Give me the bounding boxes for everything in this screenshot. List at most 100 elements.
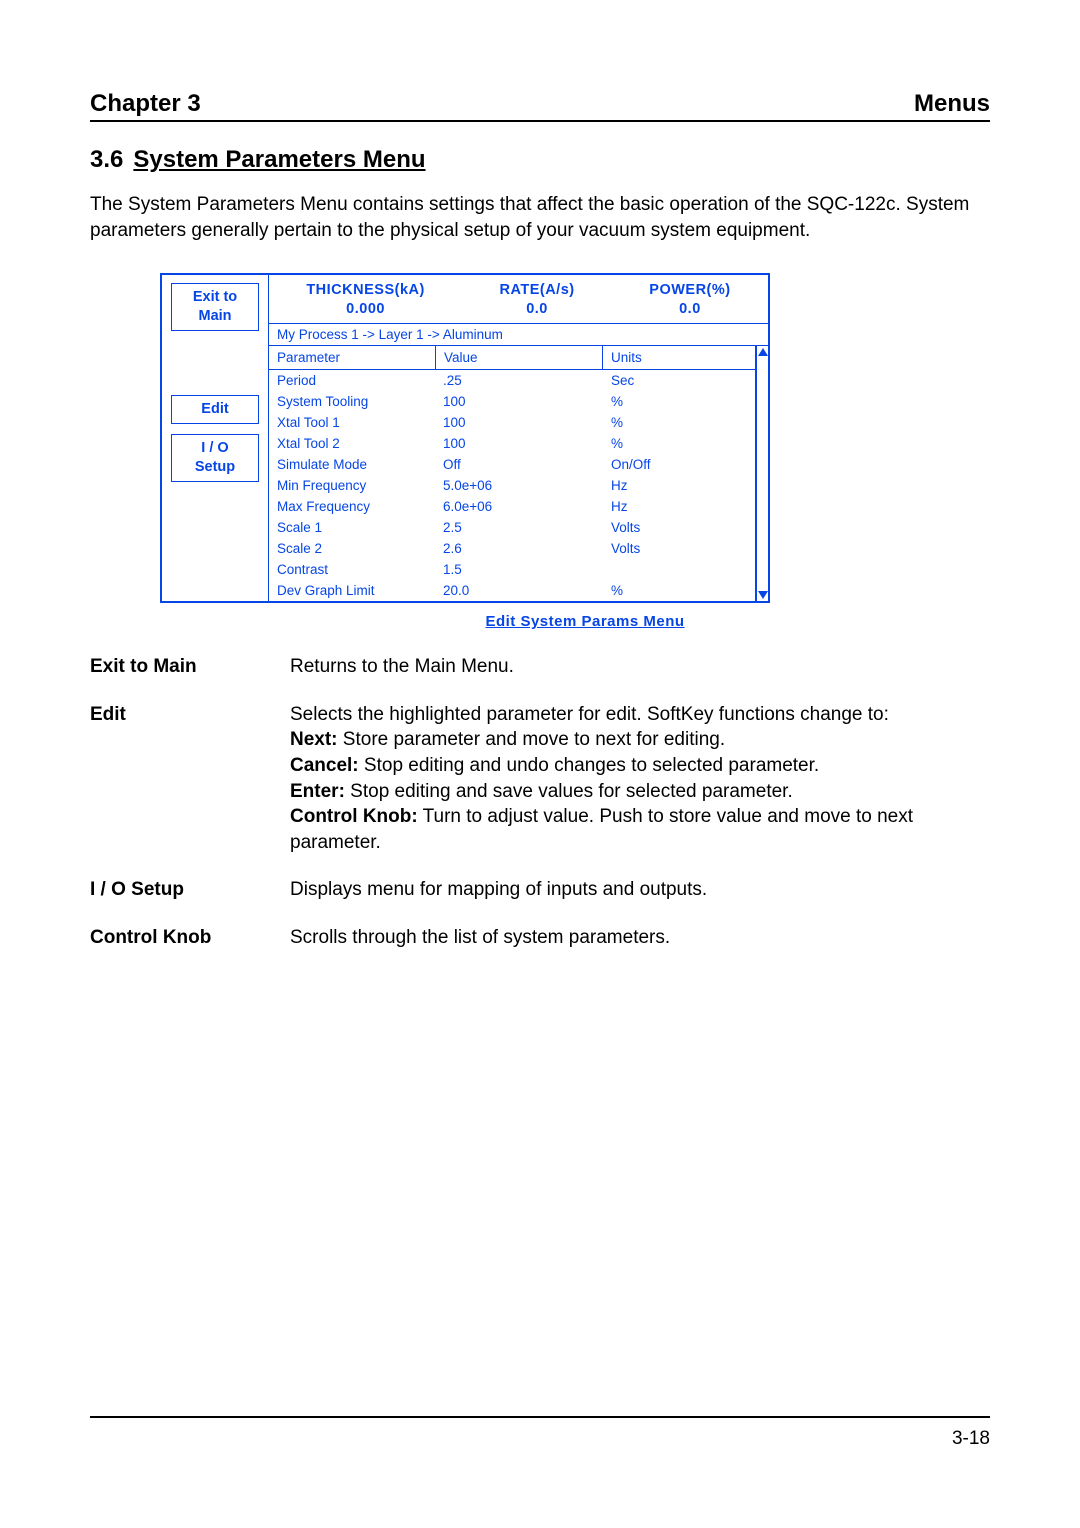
readout-label: POWER(%)	[649, 282, 730, 298]
table-row[interactable]: Dev Graph Limit20.0%	[269, 580, 755, 601]
desc-def: Scrolls through the list of system param…	[290, 925, 990, 951]
cell-units: Volts	[603, 517, 755, 538]
table-header: Parameter Value Units	[269, 346, 755, 370]
breadcrumb: My Process 1 -> Layer 1 -> Aluminum	[269, 323, 768, 346]
readout-value: 0.0	[526, 301, 548, 317]
cell-param: Scale 1	[269, 517, 435, 538]
readouts-row: THICKNESS(kA) 0.000 RATE(A/s) 0.0 POWER(…	[269, 275, 768, 323]
section-heading: 3.6 System Parameters Menu	[90, 146, 990, 174]
edit-knob-b: Control Knob:	[290, 806, 418, 827]
softkey-column: Exit to Main Edit I / O Setup	[162, 275, 268, 601]
desc-io: I / O Setup Displays menu for mapping of…	[90, 877, 990, 903]
edit-enter-t: Stop editing and save values for selecte…	[345, 781, 793, 802]
table-row[interactable]: Xtal Tool 2100%	[269, 433, 755, 454]
desc-term: Exit to Main	[90, 654, 290, 680]
desc-term: Control Knob	[90, 925, 290, 951]
table-row[interactable]: Xtal Tool 1100%	[269, 412, 755, 433]
col-parameter: Parameter	[269, 346, 436, 369]
section-title-text: System Parameters Menu	[133, 146, 425, 173]
cell-param: Contrast	[269, 559, 435, 580]
cell-units: %	[603, 580, 755, 601]
chapter-label: Chapter 3	[90, 90, 201, 118]
cell-units: Sec	[603, 370, 755, 391]
cell-units: Volts	[603, 538, 755, 559]
desc-control-knob: Control Knob Scrolls through the list of…	[90, 925, 990, 951]
cell-param: Dev Graph Limit	[269, 580, 435, 601]
intro-paragraph: The System Parameters Menu contains sett…	[90, 192, 990, 243]
edit-cancel-t: Stop editing and undo changes to selecte…	[359, 755, 820, 776]
softkey-exit-to-main[interactable]: Exit to Main	[171, 283, 259, 331]
table-row[interactable]: Max Frequency6.0e+06Hz	[269, 496, 755, 517]
cell-param: Xtal Tool 1	[269, 412, 435, 433]
softkey-label: Main	[198, 308, 231, 324]
cell-units: On/Off	[603, 454, 755, 475]
cell-units: %	[603, 391, 755, 412]
softkey-label: Edit	[201, 401, 228, 417]
readout-thickness: THICKNESS(kA) 0.000	[306, 281, 424, 319]
cell-param: System Tooling	[269, 391, 435, 412]
desc-term: Edit	[90, 702, 290, 856]
cell-param: Max Frequency	[269, 496, 435, 517]
edit-next-b: Next:	[290, 729, 338, 750]
readout-label: RATE(A/s)	[499, 282, 574, 298]
screen-main: THICKNESS(kA) 0.000 RATE(A/s) 0.0 POWER(…	[268, 275, 768, 601]
cell-value: 2.6	[435, 538, 603, 559]
cell-value: 1.5	[435, 559, 603, 580]
cell-units: %	[603, 433, 755, 454]
page-number: 3-18	[952, 1428, 990, 1450]
table-row[interactable]: Min Frequency5.0e+06Hz	[269, 475, 755, 496]
cell-value: 6.0e+06	[435, 496, 603, 517]
section-number: 3.6	[90, 146, 123, 173]
cell-units	[603, 559, 755, 580]
softkey-label: Exit to	[193, 289, 237, 305]
cell-value: 5.0e+06	[435, 475, 603, 496]
softkey-io-setup[interactable]: I / O Setup	[171, 434, 259, 482]
desc-edit: Edit Selects the highlighted parameter f…	[90, 702, 990, 856]
desc-def: Returns to the Main Menu.	[290, 654, 990, 680]
table-row[interactable]: Scale 22.6Volts	[269, 538, 755, 559]
softkey-label: I / O	[201, 440, 228, 456]
cell-param: Period	[269, 370, 435, 391]
parameter-table[interactable]: Period.25SecSystem Tooling100%Xtal Tool …	[269, 370, 755, 601]
scroll-down-icon[interactable]	[758, 591, 768, 599]
table-row[interactable]: Period.25Sec	[269, 370, 755, 391]
cell-value: Off	[435, 454, 603, 475]
cell-param: Scale 2	[269, 538, 435, 559]
readout-value: 0.000	[346, 301, 385, 317]
screen-caption: Edit System Params Menu	[180, 613, 990, 630]
cell-param: Min Frequency	[269, 475, 435, 496]
desc-term: I / O Setup	[90, 877, 290, 903]
cell-param: Simulate Mode	[269, 454, 435, 475]
edit-enter-b: Enter:	[290, 781, 345, 802]
table-row[interactable]: Simulate ModeOffOn/Off	[269, 454, 755, 475]
footer-rule	[90, 1416, 990, 1418]
readout-power: POWER(%) 0.0	[649, 281, 730, 319]
table-row[interactable]: Scale 12.5Volts	[269, 517, 755, 538]
desc-exit: Exit to Main Returns to the Main Menu.	[90, 654, 990, 680]
cell-value: 100	[435, 412, 603, 433]
readout-value: 0.0	[679, 301, 701, 317]
scrollbar[interactable]	[756, 346, 768, 601]
scroll-up-icon[interactable]	[758, 348, 768, 356]
table-row[interactable]: System Tooling100%	[269, 391, 755, 412]
softkey-label: Setup	[195, 459, 235, 475]
desc-def: Selects the highlighted parameter for ed…	[290, 702, 990, 856]
softkey-edit[interactable]: Edit	[171, 395, 259, 424]
cell-param: Xtal Tool 2	[269, 433, 435, 454]
cell-value: 100	[435, 433, 603, 454]
edit-cancel-b: Cancel:	[290, 755, 359, 776]
readout-rate: RATE(A/s) 0.0	[499, 281, 574, 319]
cell-units: Hz	[603, 496, 755, 517]
cell-units: %	[603, 412, 755, 433]
edit-next-t: Store parameter and move to next for edi…	[338, 729, 726, 750]
desc-def: Displays menu for mapping of inputs and …	[290, 877, 990, 903]
cell-value: .25	[435, 370, 603, 391]
table-row[interactable]: Contrast1.5	[269, 559, 755, 580]
col-units: Units	[603, 346, 755, 369]
page-header: Chapter 3 Menus	[90, 90, 990, 122]
device-screen: Exit to Main Edit I / O Setup THICKNESS(…	[160, 273, 770, 603]
col-units-label: Units	[611, 350, 642, 365]
col-value: Value	[436, 346, 603, 369]
cell-value: 100	[435, 391, 603, 412]
edit-lead: Selects the highlighted parameter for ed…	[290, 704, 889, 725]
